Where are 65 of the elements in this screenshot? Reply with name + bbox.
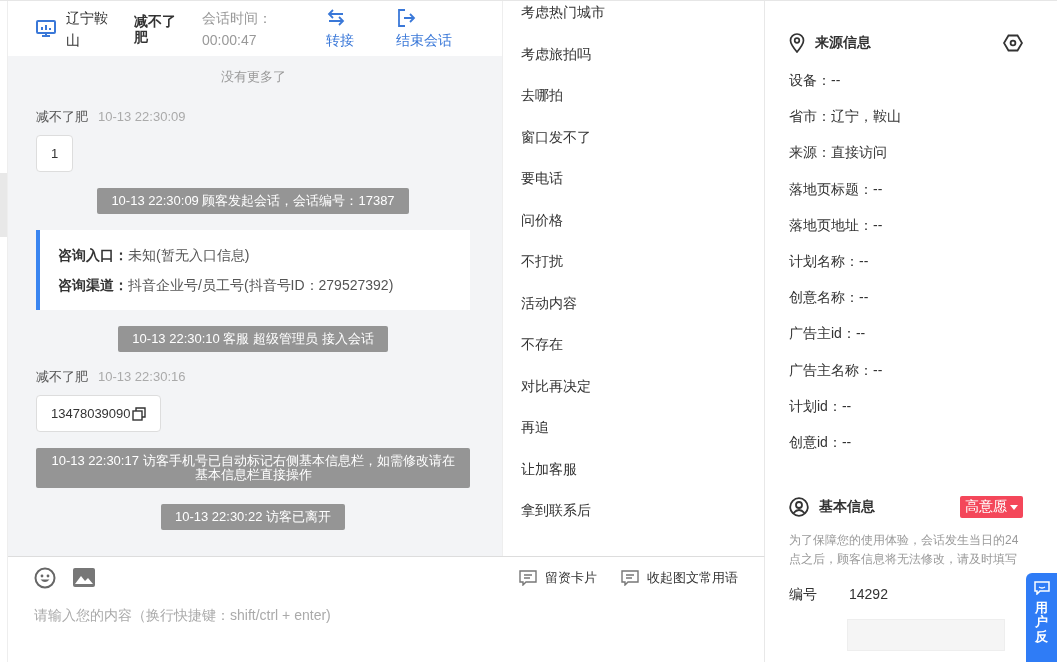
phrase-item[interactable]: 窗口发不了 [521,116,764,158]
info-line: 咨询渠道：抖音企业号/员工号(抖音号ID：279527392) [58,276,395,295]
toolbar-button[interactable]: 留资卡片 [519,569,597,587]
phrase-item[interactable]: 再追 [521,407,764,449]
settings-icon [1003,34,1023,52]
caret-icon [1010,504,1018,510]
intent-dropdown[interactable]: 高意愿 [960,496,1023,519]
phrase-item[interactable]: 考虑旅拍吗 [521,33,764,75]
phrase-item[interactable]: 考虑热门城市 [521,1,764,34]
session-time: 00:00:47 [202,30,258,50]
visitor-name: 减不了肥 [134,12,177,45]
notice-text: 为了保障您的使用体验，会话发生当日的24点之后，顾客信息将无法修改，请及时填写 [789,532,1020,569]
system-message: 10-13 22:30:22 访客已离开 [160,504,346,530]
copy-icon [131,406,146,421]
phrase-item[interactable]: 去哪拍 [521,75,764,117]
info-field: 计划名称：-- [789,249,1023,287]
info-field: 计划id：-- [789,394,1023,431]
phrase-item[interactable]: 对比再决定 [521,365,764,407]
session-time-label: 会话时间： [202,8,273,28]
user-circle-icon [789,497,809,518]
info-line: 咨询入口：未知(暂无入口信息) [58,246,251,265]
info-field: 省市：辽宁，鞍山 [789,105,1023,142]
sender-name: 减不了肥 [36,109,88,124]
image-icon [72,567,96,589]
end-session-button[interactable]: 结束会话 [396,7,452,50]
feedback-tab[interactable]: 用户反 [1026,573,1057,662]
message-time: 10-13 22:30:16 [98,369,186,384]
message-icon [621,570,639,586]
section-title: 基本信息 [819,498,875,517]
field-label: 编号 [789,585,817,605]
transfer-button[interactable]: 转接 [326,7,354,50]
sender-name: 减不了肥 [36,369,88,384]
system-message: 10-13 22:30:09 顾客发起会话，会话编号：17387 [97,188,409,214]
message-time: 10-13 22:30:09 [98,109,186,124]
info-field: 设备：-- [789,69,1023,106]
exit-icon [396,7,416,28]
field-value: 14292 [849,585,888,605]
info-field: 创意id：-- [789,430,1023,468]
info-field: 落地页地址：-- [789,213,1023,250]
info-field: 来源：直接访问 [789,141,1023,178]
section-title: 来源信息 [815,34,871,52]
message-text: 1 [51,146,59,161]
emoji-icon [34,567,56,589]
message-text: 13478039090 [51,406,131,421]
info-field: 广告主名称：-- [789,358,1023,395]
message-icon [519,570,537,586]
monitor-icon [36,19,56,38]
visitor-location: 辽宁鞍山 [66,8,109,50]
info-field: 创意名称：-- [789,286,1023,323]
system-message: 10-13 22:30:10 客服 超级管理员 接入会话 [118,326,388,352]
phrase-item[interactable]: 不打扰 [521,241,764,283]
phrase-item[interactable]: 活动内容 [521,282,764,324]
toolbar-button[interactable]: 收起图文常用语 [621,569,738,587]
no-more-notice: 没有更多了 [219,68,287,86]
phrase-item[interactable]: 问价格 [521,199,764,241]
chat-bubble-icon [1033,581,1050,595]
location-pin-icon [789,33,805,53]
phrase-item[interactable]: 要电话 [521,158,764,200]
phrase-item[interactable]: 让加客服 [521,448,764,490]
phrase-item[interactable]: 不存在 [521,324,764,366]
phrase-item[interactable]: 拿到联系后 [521,490,764,532]
info-field: 广告主id：-- [789,322,1023,359]
system-message: 10-13 22:30:17 访客手机号已自动标记右侧基本信息栏，如需修改请在基本信息栏直接操作 [36,448,470,488]
transfer-arrows-icon [326,7,346,28]
info-field: 落地页标题：-- [789,177,1023,214]
